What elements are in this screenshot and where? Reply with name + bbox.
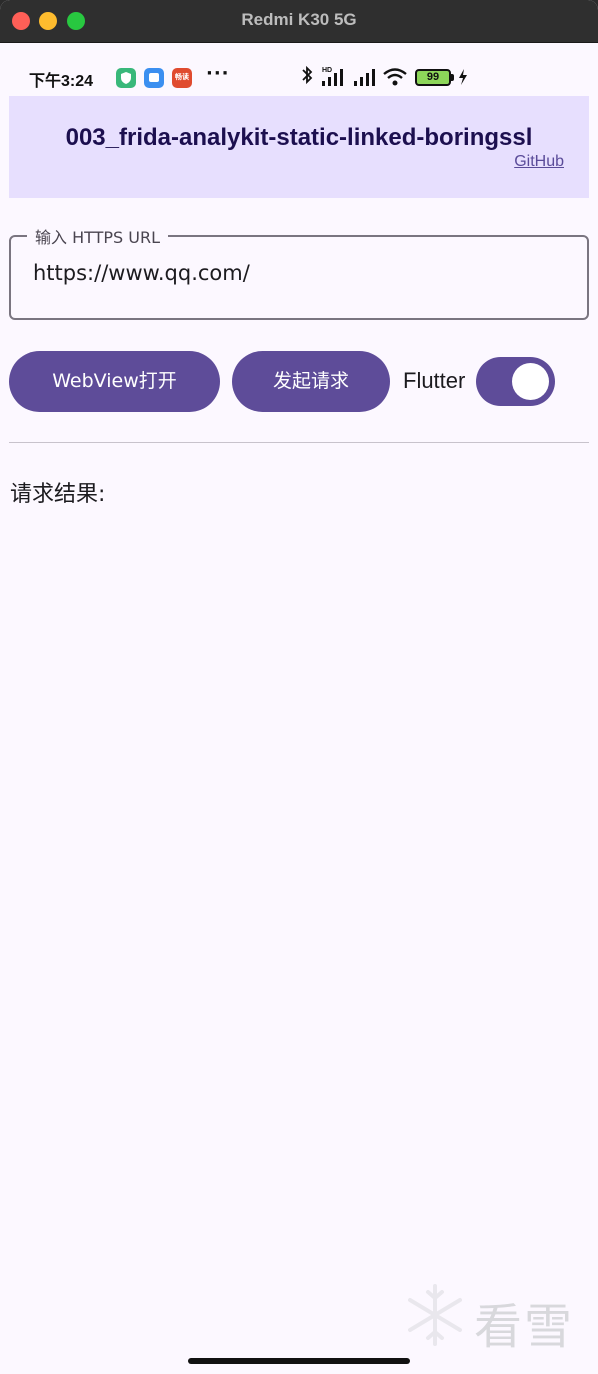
url-input[interactable] — [33, 261, 563, 285]
status-bar: 下午3:24 畅读 ··· HD 99 — [0, 43, 598, 95]
snowflake-watermark-icon — [408, 1284, 462, 1346]
url-field-label: 输入 HTTPS URL — [27, 224, 169, 248]
battery-tip — [451, 74, 454, 81]
status-time: 下午3:24 — [29, 73, 94, 90]
watermark-text: 看雪 — [474, 1299, 575, 1355]
svg-text:HD: HD — [322, 67, 332, 74]
wifi-icon — [383, 68, 407, 86]
app-title: 003_frida-analykit-static-linked-borings… — [65, 124, 533, 151]
more-notifications-icon: ··· — [206, 63, 230, 84]
github-link[interactable]: GitHub — [514, 153, 564, 171]
webview-open-button[interactable]: WebView打开 — [9, 351, 220, 412]
shield-app-icon — [116, 68, 136, 88]
home-indicator[interactable] — [188, 1358, 410, 1364]
signal-icon — [354, 69, 375, 86]
charging-icon — [459, 69, 467, 85]
flutter-switch-label: Flutter — [403, 368, 466, 393]
bluetooth-icon — [302, 65, 313, 85]
url-field[interactable]: 输入 HTTPS URL — [9, 224, 589, 320]
battery-icon: 99 — [415, 69, 451, 86]
flutter-switch-thumb — [512, 363, 549, 400]
window-title: Redmi K30 5G — [241, 10, 357, 29]
app-header: 003_frida-analykit-static-linked-borings… — [9, 96, 589, 198]
app-window: Redmi K30 5G 下午3:24 畅读 ··· HD 99 003_fri… — [0, 0, 598, 1374]
divider — [9, 442, 589, 443]
signal-hd-icon: HD — [322, 67, 343, 86]
chat-app-icon — [144, 68, 164, 88]
reader-app-icon: 畅读 — [172, 68, 192, 88]
flutter-switch[interactable] — [476, 357, 555, 406]
request-result-label: 请求结果: — [10, 482, 106, 507]
window-titlebar: Redmi K30 5G — [0, 0, 598, 43]
send-request-button[interactable]: 发起请求 — [232, 351, 390, 412]
